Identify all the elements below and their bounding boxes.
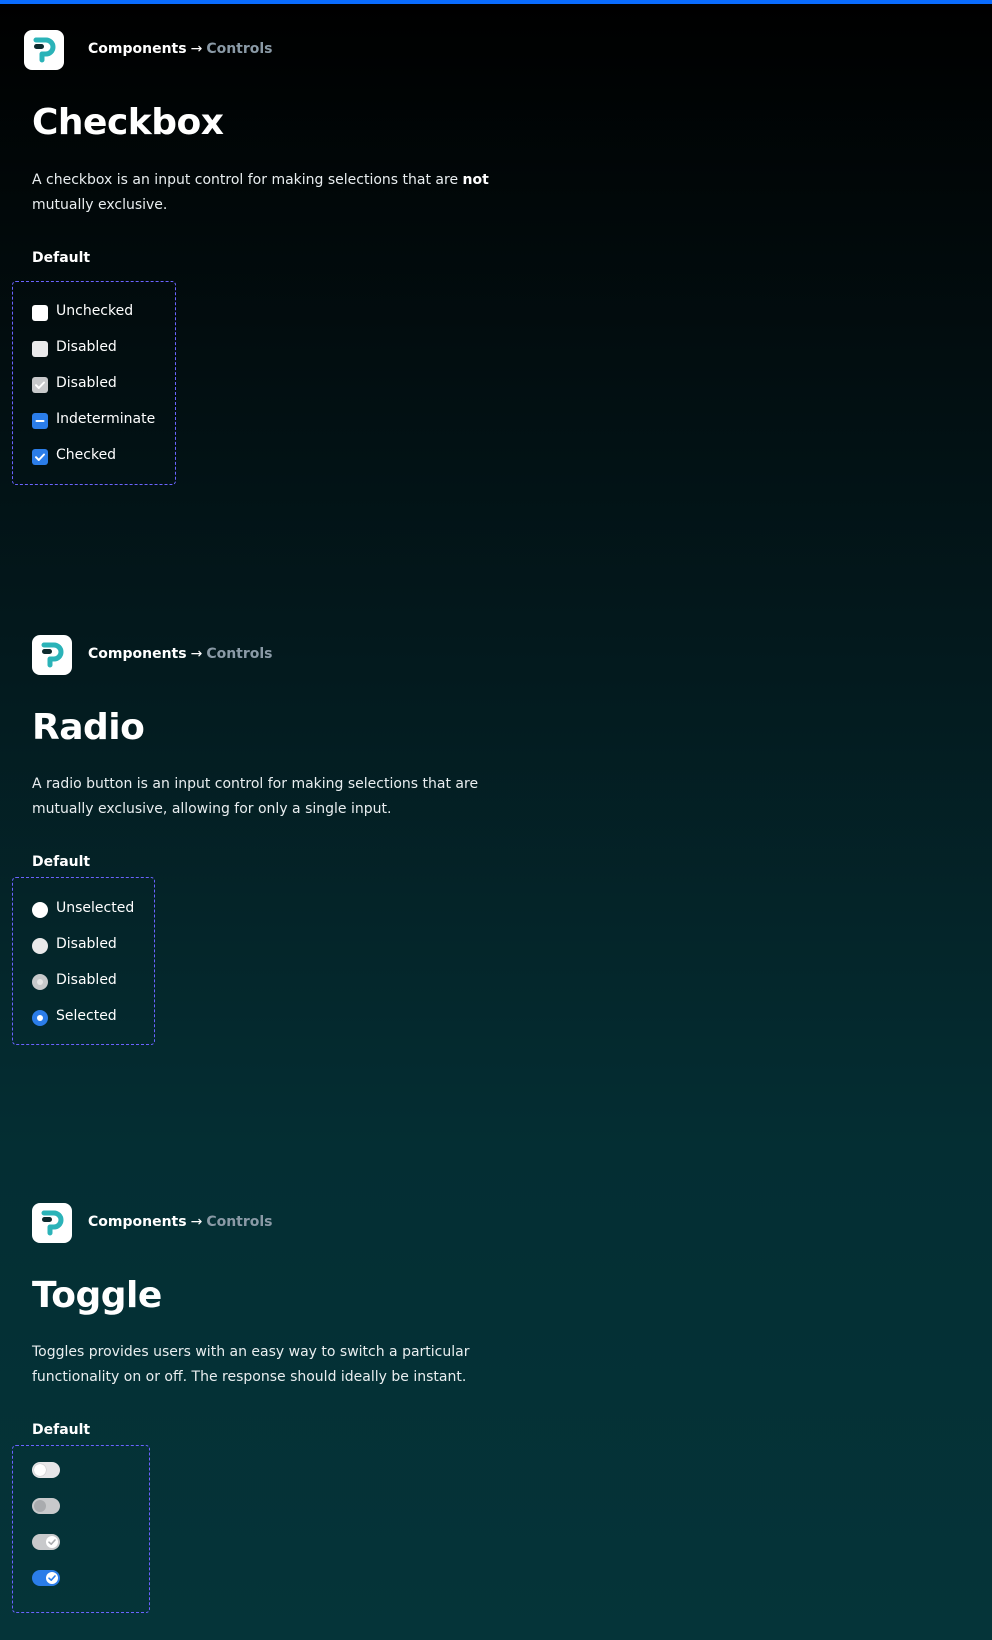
section-description: Toggles provides users with an easy way …	[32, 1344, 470, 1385]
description-text-end: mutually exclusive.	[32, 197, 168, 213]
checkbox-section: Components → Controls Checkbox A checkbox …	[0, 30, 992, 490]
toggle-knob	[46, 1536, 58, 1548]
breadcrumb-parent[interactable]: Components	[88, 41, 187, 57]
page-title: Checkbox	[32, 102, 224, 143]
radio-label: Selected	[56, 1008, 117, 1024]
checkbox-label: Disabled	[56, 375, 117, 391]
breadcrumb-separator: →	[190, 1214, 203, 1230]
minus-icon	[35, 420, 45, 422]
radio-unselected[interactable]	[32, 902, 48, 918]
subsection-title: Default	[32, 854, 91, 870]
checkbox-disabled-checked	[32, 377, 48, 393]
toggle-knob	[34, 1500, 46, 1512]
checkbox-label: Unchecked	[56, 303, 134, 319]
page-title: Toggle	[32, 1275, 162, 1316]
app-logo-icon[interactable]	[32, 1203, 72, 1243]
toggle-examples-frame	[12, 1445, 150, 1613]
toggle-knob	[34, 1464, 46, 1476]
breadcrumb: Components → Controls	[88, 1214, 273, 1230]
breadcrumb-parent[interactable]: Components	[88, 1214, 187, 1230]
breadcrumb: Components → Controls	[88, 646, 273, 662]
toggle-on[interactable]	[32, 1570, 60, 1586]
checkbox-label: Indeterminate	[56, 411, 156, 427]
section-description: A radio button is an input control for m…	[32, 776, 479, 817]
section-description: A checkbox is an input control for makin…	[32, 168, 502, 218]
checkbox-disabled	[32, 341, 48, 357]
checkbox-unchecked[interactable]	[32, 305, 48, 321]
description-emphasis: not	[462, 172, 489, 188]
checkmark-icon	[35, 381, 45, 389]
toggle-off[interactable]	[32, 1462, 60, 1478]
breadcrumb-current[interactable]: Controls	[206, 1214, 272, 1230]
toggle-disabled-off	[32, 1498, 60, 1514]
checkbox-checked[interactable]	[32, 449, 48, 465]
breadcrumb: Components → Controls	[88, 41, 273, 57]
radio-disabled-selected	[32, 974, 48, 990]
radio-label: Disabled	[56, 936, 117, 952]
toggle-section: Components → Controls Toggle Toggles provi…	[0, 1203, 992, 1613]
breadcrumb-separator: →	[190, 646, 203, 662]
radio-label: Unselected	[56, 900, 135, 916]
breadcrumb-current[interactable]: Controls	[206, 646, 272, 662]
radio-section: Components → Controls Radio A radio button…	[0, 635, 992, 1045]
toggle-disabled-on	[32, 1534, 60, 1550]
checkmark-icon	[48, 1575, 56, 1581]
page-title: Radio	[32, 707, 145, 748]
subsection-title: Default	[32, 1422, 91, 1438]
description-text: A checkbox is an input control for makin…	[32, 172, 463, 188]
breadcrumb-parent[interactable]: Components	[88, 646, 187, 662]
checkmark-icon	[48, 1539, 56, 1545]
checkbox-indeterminate[interactable]	[32, 413, 48, 429]
app-logo-icon[interactable]	[32, 635, 72, 675]
checkbox-label: Checked	[56, 447, 117, 463]
checkbox-examples-frame: Unchecked Disabled Disabled Indeterminat…	[12, 281, 176, 485]
checkmark-icon	[35, 453, 45, 461]
checkbox-label: Disabled	[56, 339, 117, 355]
radio-disabled	[32, 938, 48, 954]
radio-examples-frame: Unselected Disabled Disabled Selected	[12, 877, 155, 1045]
radio-selected[interactable]	[32, 1010, 48, 1026]
toggle-knob	[46, 1572, 58, 1584]
subsection-title: Default	[32, 250, 91, 266]
breadcrumb-separator: →	[190, 41, 203, 57]
radio-label: Disabled	[56, 972, 117, 988]
app-logo-icon[interactable]	[24, 30, 64, 70]
breadcrumb-current[interactable]: Controls	[206, 41, 272, 57]
top-accent-bar	[0, 0, 992, 4]
